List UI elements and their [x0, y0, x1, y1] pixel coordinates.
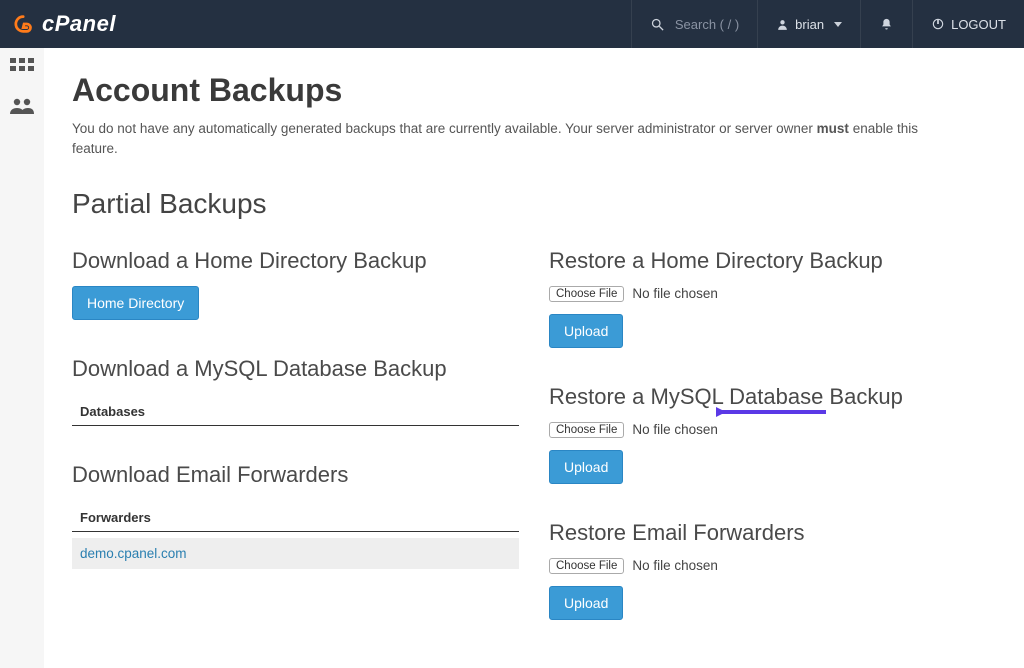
notice-text: You do not have any automatically genera…	[72, 119, 952, 160]
search-box[interactable]: Search ( / )	[631, 0, 757, 48]
forwarders-subhead: Forwarders	[72, 500, 519, 532]
upload-button[interactable]: Upload	[549, 586, 623, 620]
choose-file-button[interactable]: Choose File	[549, 558, 624, 574]
choose-file-button[interactable]: Choose File	[549, 286, 624, 302]
download-db-section: Download a MySQL Database Backup Databas…	[72, 356, 519, 426]
username: brian	[795, 17, 824, 32]
logout-button[interactable]: LOGOUT	[912, 0, 1024, 48]
download-home-section: Download a Home Directory Backup Home Di…	[72, 248, 519, 320]
download-db-heading: Download a MySQL Database Backup	[72, 356, 519, 382]
logout-label: LOGOUT	[951, 17, 1006, 32]
apps-icon[interactable]	[10, 58, 34, 81]
logout-icon	[931, 17, 945, 31]
file-status: No file chosen	[632, 558, 718, 573]
user-menu[interactable]: brian	[757, 0, 860, 48]
download-home-heading: Download a Home Directory Backup	[72, 248, 519, 274]
home-directory-button[interactable]: Home Directory	[72, 286, 199, 320]
restore-home-section: Restore a Home Directory Backup Choose F…	[549, 248, 996, 348]
cpanel-icon	[14, 13, 36, 35]
side-rail	[0, 48, 44, 668]
search-placeholder: Search ( / )	[675, 17, 739, 32]
restore-fwd-heading: Restore Email Forwarders	[549, 520, 996, 546]
download-fwd-section: Download Email Forwarders Forwarders dem…	[72, 462, 519, 569]
restore-db-heading: Restore a MySQL Database Backup	[549, 384, 996, 410]
top-bar: cPanel Search ( / ) brian LOGOUT	[0, 0, 1024, 48]
bell-icon	[879, 17, 894, 32]
notifications-button[interactable]	[860, 0, 912, 48]
file-status: No file chosen	[632, 286, 718, 301]
restore-home-heading: Restore a Home Directory Backup	[549, 248, 996, 274]
restore-fwd-section: Restore Email Forwarders Choose File No …	[549, 520, 996, 620]
partial-backups-heading: Partial Backups	[72, 188, 996, 220]
main-content: Account Backups You do not have any auto…	[44, 48, 1024, 668]
choose-file-button[interactable]: Choose File	[549, 422, 624, 438]
restore-db-section: Restore a MySQL Database Backup Choose F…	[549, 384, 996, 484]
list-item: demo.cpanel.com	[72, 538, 519, 569]
brand-logo[interactable]: cPanel	[0, 0, 130, 48]
user-icon	[776, 18, 789, 31]
download-fwd-heading: Download Email Forwarders	[72, 462, 519, 488]
chevron-down-icon	[834, 22, 842, 27]
file-status: No file chosen	[632, 422, 718, 437]
upload-button[interactable]: Upload	[549, 450, 623, 484]
users-icon[interactable]	[9, 97, 35, 120]
upload-button[interactable]: Upload	[549, 314, 623, 348]
search-icon	[650, 17, 665, 32]
brand-text: cPanel	[42, 11, 116, 37]
download-column: Download a Home Directory Backup Home Di…	[72, 248, 519, 620]
forwarder-link[interactable]: demo.cpanel.com	[80, 546, 187, 561]
restore-column: Restore a Home Directory Backup Choose F…	[549, 248, 996, 620]
databases-subhead: Databases	[72, 394, 519, 426]
page-title: Account Backups	[72, 72, 996, 109]
